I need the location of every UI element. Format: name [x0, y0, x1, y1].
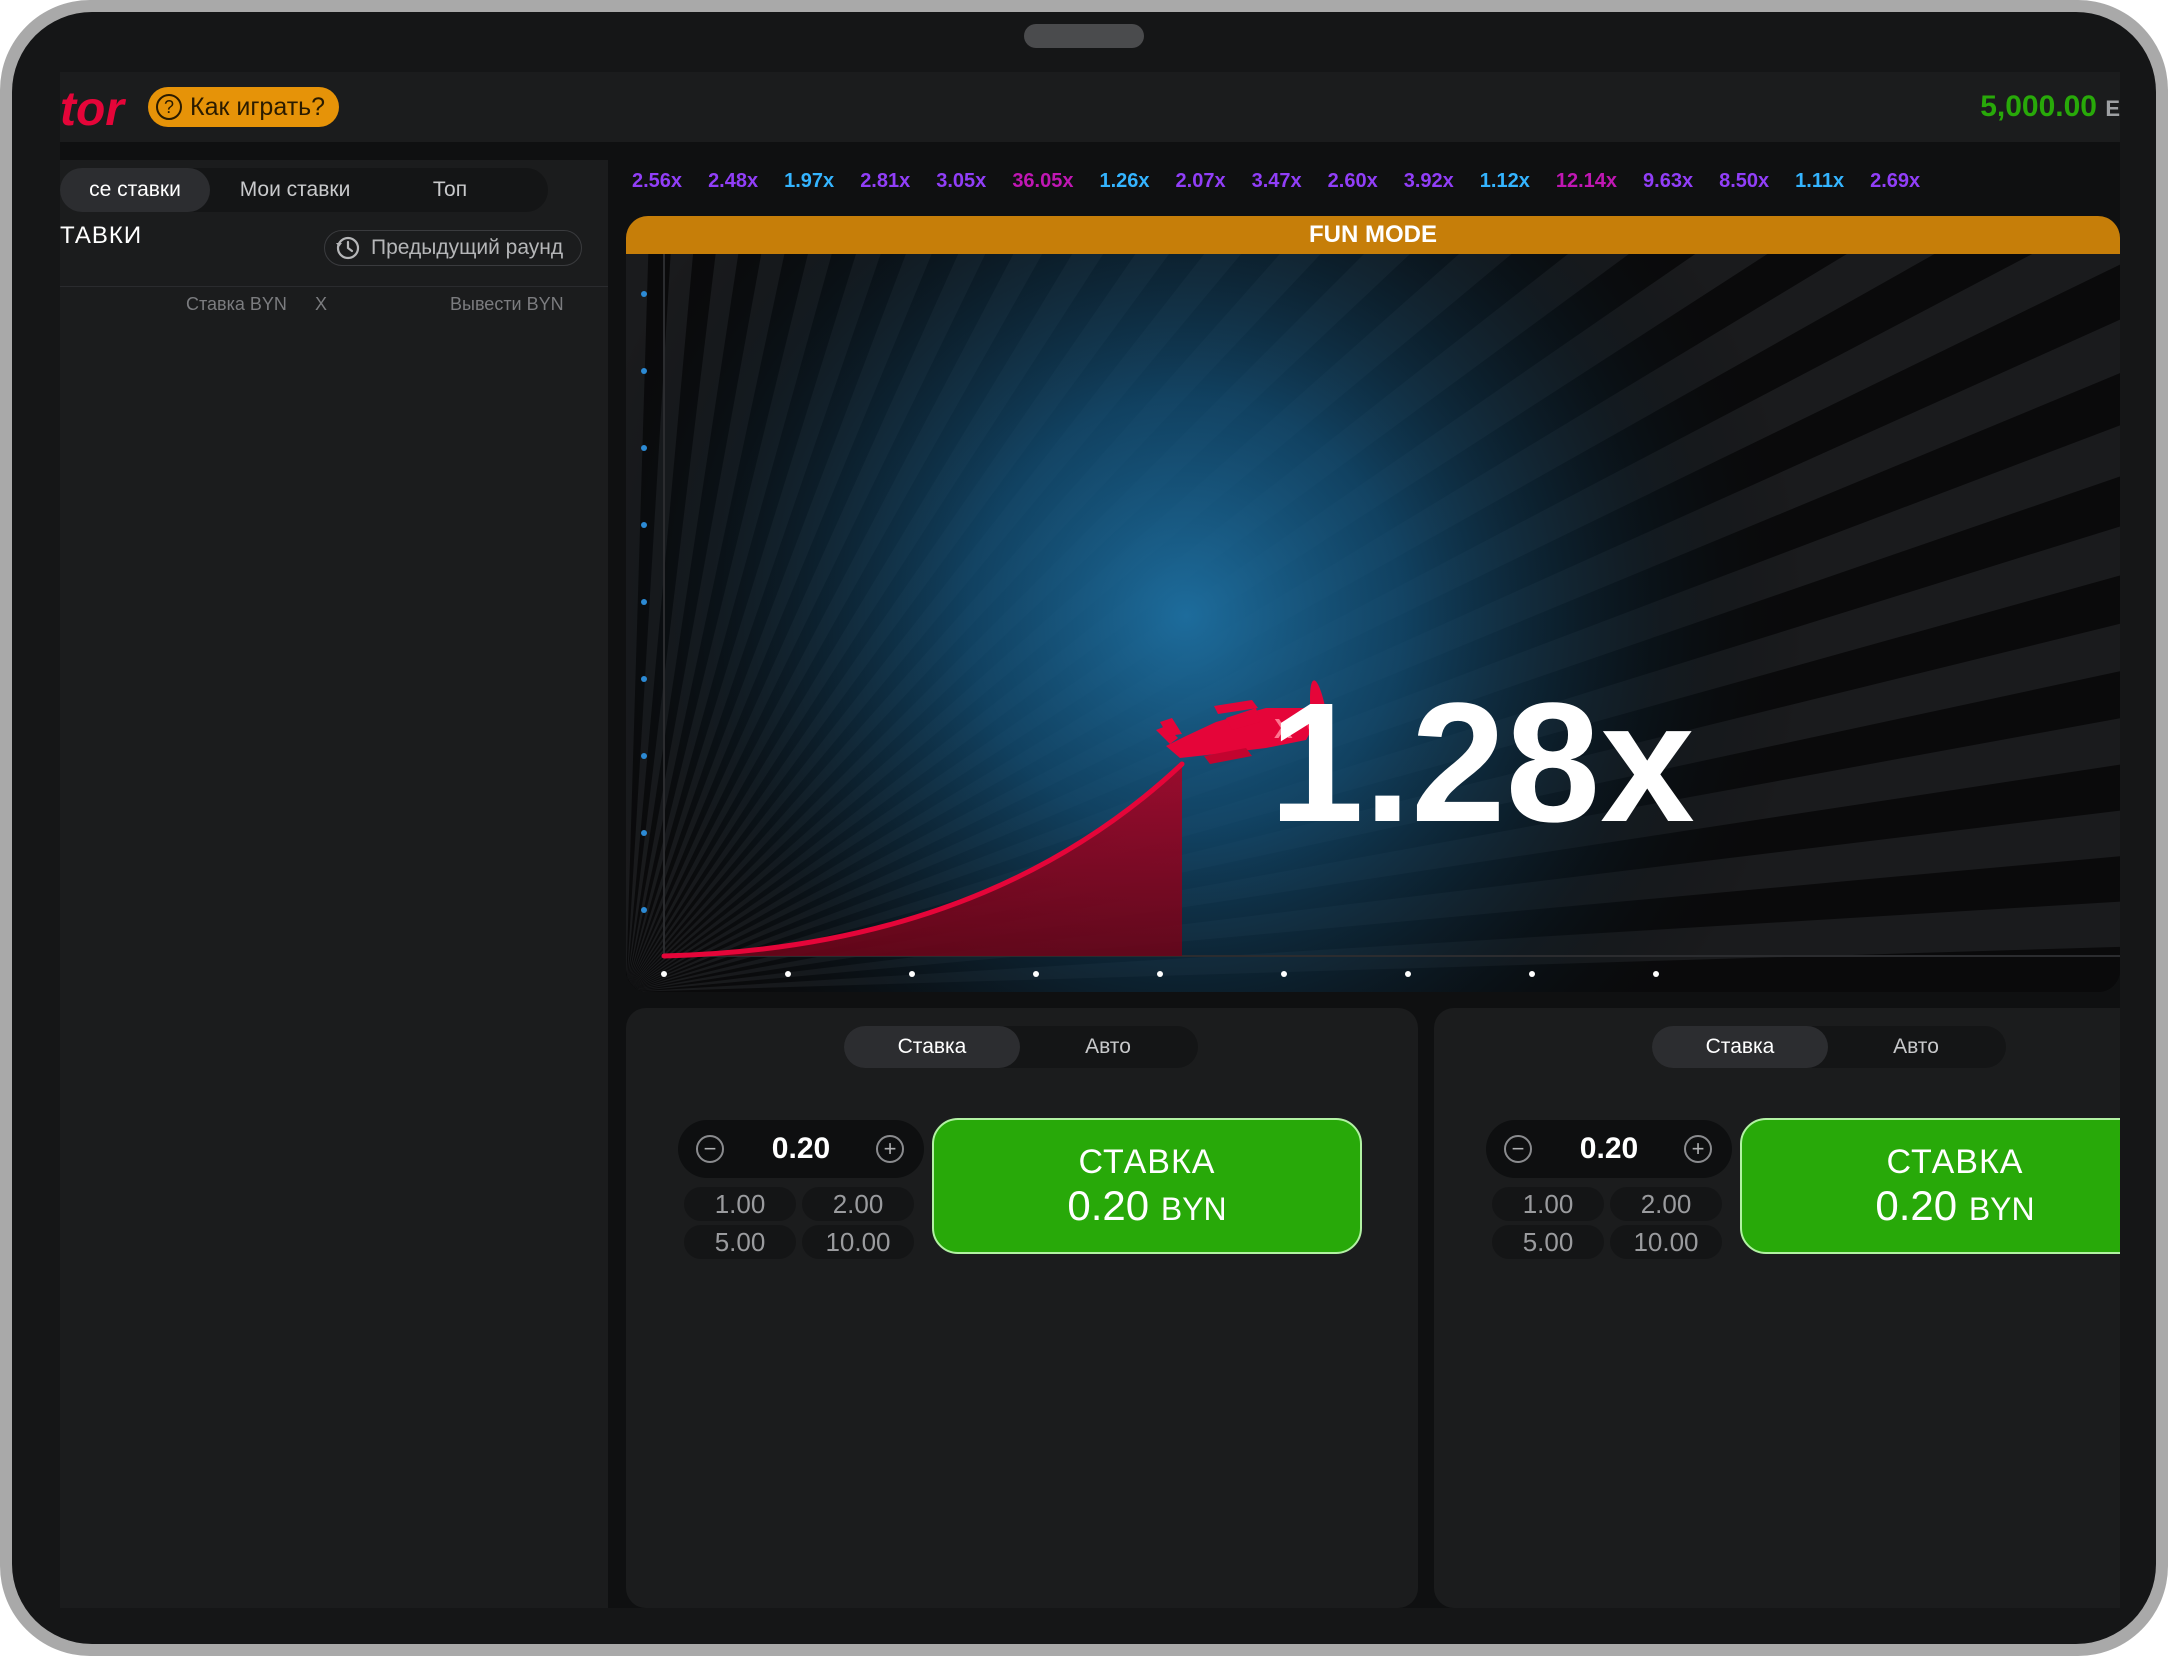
history-multiplier[interactable]: 8.50x [1713, 164, 1775, 199]
tab-my-bets[interactable]: Мои ставки [210, 168, 380, 212]
bet-amount-stepper-2: − 0.20 + [1486, 1120, 1732, 1178]
y-axis-tick [641, 599, 647, 605]
bets-sidebar: се ставки Мои ставки Топ ТАВКИ Предыдущи… [60, 160, 608, 1608]
tablet-device-frame: tor ? Как играть? 5,000.00 E се ставки М… [0, 0, 2168, 1656]
quick-amount-2-00-2[interactable]: 2.00 [1610, 1187, 1722, 1221]
tablet-bezel: tor ? Как играть? 5,000.00 E се ставки М… [12, 12, 2156, 1644]
history-multiplier[interactable]: 2.60x [1322, 164, 1384, 199]
bet-button-currency-2: BYN [1968, 1190, 2035, 1227]
y-axis-tick [641, 368, 647, 374]
x-axis-tick [1653, 971, 1659, 977]
multiplier-history: 2.56x 2.48x 1.97x 2.81x 3.05x 36.05x 1.26x 2.07… [626, 164, 2120, 204]
quick-amount-10-00-2[interactable]: 10.00 [1610, 1225, 1722, 1259]
quick-amount-2-00-1[interactable]: 2.00 [802, 1187, 914, 1221]
game-stage: FUN MODE X 1.28x [626, 216, 2120, 992]
history-multiplier[interactable]: 2.48x [702, 164, 764, 199]
x-axis-tick [1405, 971, 1411, 977]
history-multiplier[interactable]: 3.92x [1398, 164, 1460, 199]
x-axis-tick [1033, 971, 1039, 977]
x-axis-tick [661, 971, 667, 977]
column-cashout: Вывести BYN [450, 294, 564, 314]
history-multiplier[interactable]: 1.12x [1474, 164, 1536, 199]
tab-bet-1[interactable]: Ставка [844, 1026, 1020, 1068]
bet-panel-1: Ставка Авто − 0.20 + 1.00 2.00 5.00 10.0… [626, 1008, 1418, 1608]
increase-bet-button-1[interactable]: + [876, 1135, 904, 1163]
sidebar-divider [60, 286, 608, 287]
previous-round-button[interactable]: Предыдущий раунд [324, 230, 582, 266]
bets-tabs: се ставки Мои ставки Топ [60, 168, 548, 212]
current-multiplier: 1.28x [1269, 668, 1695, 858]
history-multiplier[interactable]: 1.26x [1093, 164, 1155, 199]
tab-all-bets[interactable]: се ставки [60, 168, 210, 212]
y-axis-tick [641, 445, 647, 451]
quick-amount-1-00-1[interactable]: 1.00 [684, 1187, 796, 1221]
game-screen: tor ? Как играть? 5,000.00 E се ставки М… [60, 72, 2120, 1608]
tab-auto-2[interactable]: Авто [1828, 1026, 2004, 1068]
history-multiplier[interactable]: 2.56x [626, 164, 688, 199]
bets-count-title: ТАВКИ [60, 222, 143, 249]
history-multiplier[interactable]: 36.05x [1006, 164, 1079, 199]
bet-panel-2: Ставка Авто − 0.20 + 1.00 2.00 5.00 10.0… [1434, 1008, 2120, 1608]
history-multiplier[interactable]: 1.97x [778, 164, 840, 199]
balance-amount: 5,000.00 [1980, 90, 2097, 123]
column-multiplier: X [315, 294, 328, 314]
bet-amount-input-1[interactable]: 0.20 [738, 1120, 864, 1178]
x-axis-tick [909, 971, 915, 977]
quick-amount-10-00-1[interactable]: 10.00 [802, 1225, 914, 1259]
quick-amount-5-00-2[interactable]: 5.00 [1492, 1225, 1604, 1259]
y-axis-tick [641, 907, 647, 913]
aviator-logo: tor [60, 83, 124, 136]
history-icon [336, 236, 360, 260]
bet-amount-input-2[interactable]: 0.20 [1546, 1120, 1672, 1178]
x-axis-tick [785, 971, 791, 977]
previous-round-label: Предыдущий раунд [371, 236, 564, 259]
how-to-play-label: Как играть? [190, 92, 326, 121]
bet-button-value-1: 0.20 [1067, 1181, 1150, 1229]
quick-amount-1-00-2[interactable]: 1.00 [1492, 1187, 1604, 1221]
bet-button-amount-1: 0.20 BYN [1067, 1182, 1226, 1230]
y-axis-tick [641, 522, 647, 528]
bet-mode-tabs-1: Ставка Авто [844, 1026, 1198, 1068]
top-header: tor ? Как играть? 5,000.00 E [60, 72, 2120, 142]
tablet-home-indicator [1024, 24, 1144, 48]
bet-amount-stepper-1: − 0.20 + [678, 1120, 924, 1178]
history-multiplier[interactable]: 9.63x [1637, 164, 1699, 199]
history-multiplier[interactable]: 3.47x [1246, 164, 1308, 199]
bet-button-currency-1: BYN [1160, 1190, 1227, 1227]
quick-amount-5-00-1[interactable]: 5.00 [684, 1225, 796, 1259]
bet-mode-tabs-2: Ставка Авто [1652, 1026, 2006, 1068]
history-multiplier[interactable]: 2.07x [1170, 164, 1232, 199]
place-bet-button-1[interactable]: СТАВКА 0.20 BYN [932, 1118, 1362, 1254]
column-bet: Ставка BYN [186, 294, 287, 314]
x-axis-tick [1157, 971, 1163, 977]
fun-mode-banner: FUN MODE [626, 216, 2120, 254]
background-glow [626, 216, 2120, 992]
tab-top[interactable]: Топ [380, 168, 520, 212]
flight-canvas: X [626, 216, 2120, 992]
decrease-bet-button-1[interactable]: − [696, 1135, 724, 1163]
x-axis-tick [1529, 971, 1535, 977]
place-bet-button-2[interactable]: СТАВКА 0.20 BYN [1740, 1118, 2120, 1254]
balance-display: 5,000.00 E [1980, 90, 2120, 124]
y-axis-tick [641, 291, 647, 297]
history-multiplier[interactable]: 1.11x [1789, 164, 1850, 199]
balance-currency: E [2105, 96, 2120, 121]
tab-auto-1[interactable]: Авто [1020, 1026, 1196, 1068]
increase-bet-button-2[interactable]: + [1684, 1135, 1712, 1163]
bet-button-label-1: СТАВКА [1078, 1142, 1216, 1181]
x-axis-tick [1281, 971, 1287, 977]
history-multiplier[interactable]: 3.05x [930, 164, 992, 199]
bet-button-amount-2: 0.20 BYN [1875, 1182, 2034, 1230]
history-multiplier[interactable]: 12.14x [1550, 164, 1623, 199]
history-multiplier[interactable]: 2.69x [1864, 164, 1926, 199]
tab-bet-2[interactable]: Ставка [1652, 1026, 1828, 1068]
question-icon: ? [156, 94, 182, 120]
decrease-bet-button-2[interactable]: − [1504, 1135, 1532, 1163]
bet-button-value-2: 0.20 [1875, 1181, 1958, 1229]
history-multiplier[interactable]: 2.81x [854, 164, 916, 199]
how-to-play-button[interactable]: ? Как играть? [148, 87, 340, 127]
bet-button-label-2: СТАВКА [1886, 1142, 2024, 1181]
